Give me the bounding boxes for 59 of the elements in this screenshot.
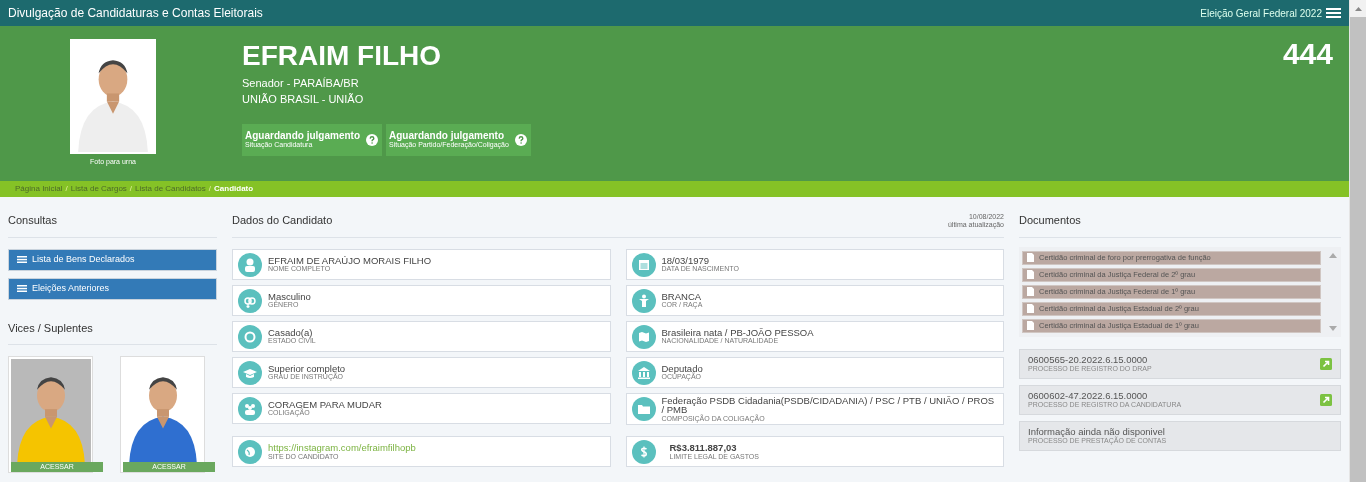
section-title: Consultas xyxy=(8,213,57,228)
breadcrumb-separator: / xyxy=(65,183,68,195)
list-icon xyxy=(17,256,27,263)
process-number: 0600565-20.2022.6.15.0000 xyxy=(1028,354,1149,366)
external-link-icon[interactable] xyxy=(1320,357,1332,370)
bank-icon xyxy=(631,360,656,385)
query-button[interactable]: Lista de Bens Declarados xyxy=(8,248,217,271)
ring-icon xyxy=(238,324,262,349)
status-value: Aguardando julgamento xyxy=(245,131,360,142)
candidate-number: 444 xyxy=(1282,39,1333,72)
section-title: Dados do Candidato xyxy=(232,213,333,228)
menu-icon[interactable] xyxy=(1326,8,1341,18)
section-title: Vices / Suplentes xyxy=(8,320,93,336)
person-icon xyxy=(238,252,262,277)
calendar-icon xyxy=(631,252,656,277)
breadcrumb-separator: / xyxy=(208,183,212,195)
scroll-up-icon[interactable] xyxy=(1354,6,1362,11)
field-value: EFRAIM DE ARAÚJO MORAIS FILHO xyxy=(268,255,432,266)
status-value: Aguardando julgamento xyxy=(389,131,504,142)
breadcrumb-current: Candidato xyxy=(214,183,254,195)
field-value: Brasileira nata / PB-JOÃO PESSOA xyxy=(661,327,814,338)
field-value: Superior completo xyxy=(268,363,346,374)
globe-icon xyxy=(238,440,262,465)
election-label: Eleição Geral Federal 2022 xyxy=(1200,6,1322,21)
scroll-up-icon[interactable] xyxy=(1328,252,1337,258)
field-value: Federação PSDB Cidadania(PSDB/CIDADANIA) / PSC / PTB / UNIÃO / PROS / PMB xyxy=(661,395,996,416)
breadcrumb-separator: / xyxy=(129,183,133,195)
breadcrumb-link[interactable]: Lista de Cargos xyxy=(70,183,127,195)
query-button[interactable]: Eleições Anteriores xyxy=(8,277,217,300)
field-value: Masculino xyxy=(268,291,311,302)
figure-icon xyxy=(631,288,656,313)
scrollbar[interactable] xyxy=(1349,0,1366,482)
website-link[interactable]: https://instagram.com/efraimfilhopb xyxy=(268,443,416,454)
field-value: Casado(a) xyxy=(268,327,313,338)
candidate-name: EFRAIM FILHO xyxy=(242,41,443,72)
list-icon xyxy=(17,285,27,292)
field-value: 18/03/1979 xyxy=(661,255,711,266)
external-link-icon[interactable] xyxy=(1320,393,1332,406)
office-label: Senador - PARAÍBA/BR xyxy=(242,75,360,91)
help-icon[interactable] xyxy=(366,133,378,146)
party-label: UNIÃO BRASIL - UNIÃO xyxy=(242,91,365,107)
help-icon[interactable] xyxy=(514,133,527,146)
graduation-cap-icon xyxy=(238,360,262,385)
gender-icon xyxy=(238,288,262,313)
breadcrumb-link[interactable]: Página Inicial xyxy=(15,183,63,195)
process-number: Informação ainda não disponivel xyxy=(1028,426,1166,437)
group-icon xyxy=(238,396,262,421)
map-icon xyxy=(631,324,656,349)
folder-icon xyxy=(631,397,656,422)
breadcrumb-link[interactable]: Lista de Candidatos xyxy=(135,183,206,195)
dollar-icon xyxy=(631,440,656,465)
field-value: Deputado xyxy=(661,363,703,374)
field-value: BRANCA xyxy=(661,291,703,302)
field-value: CORAGEM PARA MUDAR xyxy=(268,399,382,410)
field-value: R$3.811.887,03 xyxy=(669,443,738,454)
site-title: Divulgação de Candidaturas e Contas Eleitorais xyxy=(8,5,263,22)
scroll-down-icon[interactable] xyxy=(1328,325,1337,331)
process-number: 0600602-47.2022.6.15.0000 xyxy=(1028,390,1149,402)
section-title: Documentos xyxy=(1019,213,1081,228)
